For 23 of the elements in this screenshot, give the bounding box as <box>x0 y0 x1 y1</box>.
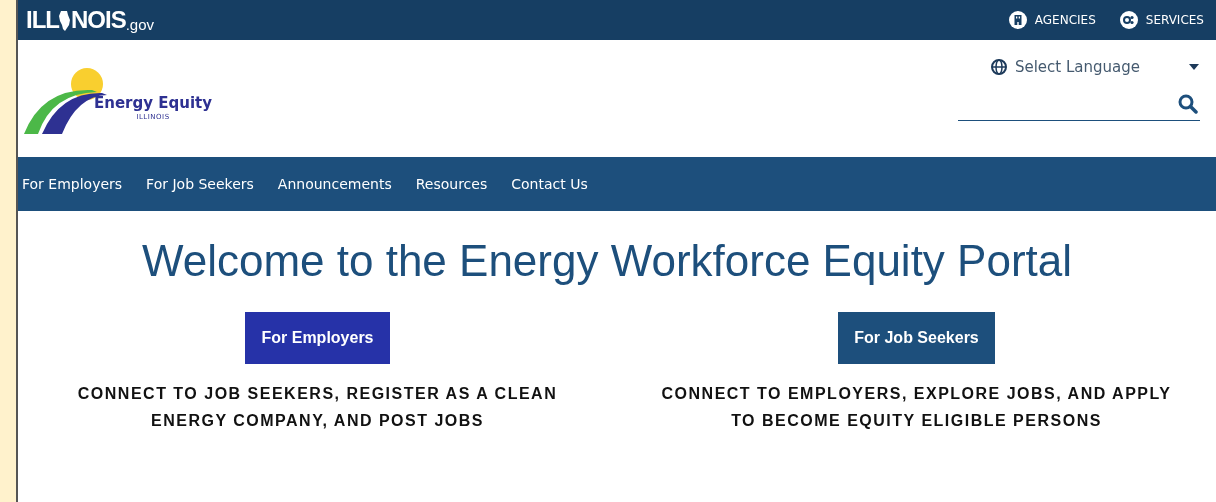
nav-link[interactable]: Announcements <box>277 173 392 195</box>
call-to-action-text: CONNECT TO EMPLOYERS, EXPLORE JOBS, AND APPLY TO BECOME EQUITY ELIGIBLE PERSONS <box>660 383 1173 431</box>
nav-link[interactable]: For Employers <box>22 173 123 195</box>
page-heading: Welcome to the Energy Workforce Equity Portal <box>140 235 1074 287</box>
gears-icon <box>1119 11 1138 29</box>
top-link[interactable]: AGENCIES <box>1034 11 1096 29</box>
cta-button[interactable]: For Job Seekers <box>838 311 995 364</box>
logo-name: Energy Equity <box>94 96 212 111</box>
search-icon <box>1178 94 1198 114</box>
brand-suffix: .gov <box>125 17 155 32</box>
language-select[interactable]: Select Language <box>990 56 1200 79</box>
nav-link[interactable]: For Job Seekers <box>146 173 254 195</box>
brand-text: NOIS <box>71 8 126 32</box>
nav-link[interactable]: Resources <box>415 173 488 195</box>
brand-text: ILL <box>26 8 59 32</box>
building-icon <box>1008 11 1027 29</box>
caret-icon <box>1188 63 1200 72</box>
cta-button[interactable]: For Employers <box>245 311 390 364</box>
nav-link[interactable]: Contact Us <box>511 173 588 195</box>
state-outline-icon <box>59 10 71 31</box>
call-to-action-text: CONNECT TO JOB SEEKERS, REGISTER AS A CLEAN ENERGY COMPANY, AND POST JOBS <box>76 383 559 431</box>
top-link[interactable]: SERVICES <box>1145 11 1204 29</box>
globe-icon <box>990 59 1007 76</box>
